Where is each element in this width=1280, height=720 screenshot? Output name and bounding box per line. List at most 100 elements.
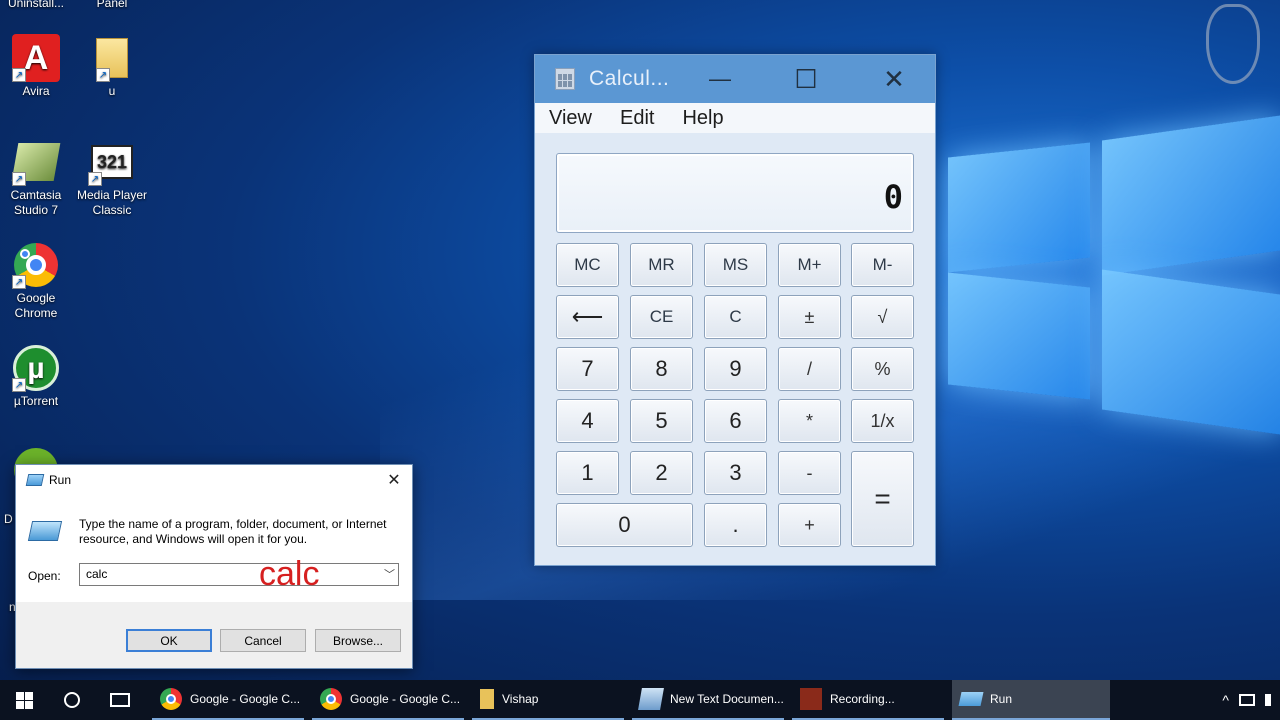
key-7[interactable]: 7 bbox=[556, 347, 619, 391]
key-c[interactable]: C bbox=[704, 295, 767, 339]
key-ms[interactable]: MS bbox=[704, 243, 767, 287]
key-equals[interactable]: = bbox=[851, 451, 914, 547]
display-value: 0 bbox=[883, 178, 903, 216]
task-view-button[interactable] bbox=[96, 680, 144, 720]
key-5[interactable]: 5 bbox=[630, 399, 693, 443]
key-plus[interactable]: + bbox=[778, 503, 841, 547]
run-button-bar: OK Cancel Browse... bbox=[16, 602, 412, 668]
menu-help[interactable]: Help bbox=[682, 107, 723, 130]
desktop-icon-google-chrome[interactable]: ↗ Google Chrome bbox=[0, 241, 72, 321]
start-button[interactable] bbox=[0, 680, 48, 720]
desktop-icon-label: Google Chrome bbox=[14, 291, 58, 320]
shortcut-arrow-icon: ↗ bbox=[12, 275, 26, 289]
close-button[interactable]: ✕ bbox=[865, 55, 923, 103]
key-1[interactable]: 1 bbox=[556, 451, 619, 495]
avira-icon: A ↗ bbox=[12, 34, 60, 82]
desktop-icon-control-panel[interactable]: Panel bbox=[76, 0, 148, 11]
desktop-icon-utorrent[interactable]: µ ↗ µTorrent bbox=[0, 344, 72, 409]
chrome-icon: ↗ bbox=[12, 241, 60, 289]
windows-logo-pane bbox=[1102, 269, 1280, 435]
key-plus-minus[interactable]: ± bbox=[778, 295, 841, 339]
shortcut-arrow-icon: ↗ bbox=[12, 378, 26, 392]
key-8[interactable]: 8 bbox=[630, 347, 693, 391]
chrome-icon bbox=[160, 688, 182, 710]
desktop-icon-label: µTorrent bbox=[13, 394, 59, 408]
desktop-icon-label: Uninstall... bbox=[7, 0, 65, 10]
task-view-icon bbox=[110, 693, 130, 707]
taskbar-item-chrome-1[interactable]: Google - Google C... bbox=[152, 680, 304, 720]
windows-logo-pane bbox=[948, 272, 1090, 400]
calculator-app-icon bbox=[555, 68, 575, 90]
tray-chevron-icon[interactable]: ^ bbox=[1222, 692, 1229, 708]
taskbar-item-label: Vishap bbox=[502, 692, 539, 706]
key-divide[interactable]: / bbox=[778, 347, 841, 391]
browse-button[interactable]: Browse... bbox=[315, 629, 401, 652]
key-m-minus[interactable]: M- bbox=[851, 243, 914, 287]
annotation-text: calc bbox=[259, 555, 320, 593]
key-sqrt[interactable]: √ bbox=[851, 295, 914, 339]
run-icon bbox=[958, 692, 984, 706]
taskbar-item-notepad[interactable]: New Text Documen... bbox=[632, 680, 784, 720]
taskbar-item-chrome-2[interactable]: Google - Google C... bbox=[312, 680, 464, 720]
run-dialog: Run ✕ Type the name of a program, folder… bbox=[15, 464, 413, 669]
desktop-icon-label-partial: D bbox=[4, 512, 13, 526]
key-minus[interactable]: - bbox=[778, 451, 841, 495]
key-9[interactable]: 9 bbox=[704, 347, 767, 391]
taskbar-item-vishap[interactable]: Vishap bbox=[472, 680, 624, 720]
desktop-icon-camtasia[interactable]: ↗ Camtasia Studio 7 bbox=[0, 138, 72, 218]
chevron-down-icon[interactable]: ﹀ bbox=[384, 566, 395, 582]
volume-icon[interactable] bbox=[1265, 694, 1275, 706]
minimize-button[interactable]: — bbox=[691, 55, 749, 103]
run-title-bar[interactable]: Run ✕ bbox=[16, 465, 412, 495]
close-icon: ✕ bbox=[883, 63, 905, 94]
desktop-icon-avira[interactable]: A ↗ Avira bbox=[0, 34, 72, 99]
media-player-icon: 321 ↗ bbox=[88, 138, 136, 186]
camtasia-icon: ↗ bbox=[11, 138, 61, 186]
maximize-button[interactable]: ☐ bbox=[777, 55, 835, 103]
menu-edit[interactable]: Edit bbox=[620, 107, 654, 130]
calculator-title: Calcul... bbox=[589, 67, 670, 90]
key-0[interactable]: 0 bbox=[556, 503, 693, 547]
menu-view[interactable]: View bbox=[549, 107, 592, 130]
key-multiply[interactable]: * bbox=[778, 399, 841, 443]
key-mr[interactable]: MR bbox=[630, 243, 693, 287]
ok-button[interactable]: OK bbox=[126, 629, 212, 652]
key-2[interactable]: 2 bbox=[630, 451, 693, 495]
system-tray: ^ bbox=[1217, 680, 1280, 720]
chrome-icon bbox=[320, 688, 342, 710]
key-4[interactable]: 4 bbox=[556, 399, 619, 443]
taskbar-item-recording[interactable]: Recording... bbox=[792, 680, 944, 720]
network-icon[interactable] bbox=[1239, 694, 1255, 706]
taskbar-item-label: Google - Google C... bbox=[350, 692, 461, 706]
key-3[interactable]: 3 bbox=[704, 451, 767, 495]
taskbar-item-label: Recording... bbox=[830, 692, 895, 706]
desktop-icon-media-player-classic[interactable]: 321 ↗ Media Player Classic bbox=[76, 138, 148, 218]
taskbar-item-run[interactable]: Run bbox=[952, 680, 1110, 720]
search-circle-icon bbox=[64, 692, 80, 708]
desktop-icon-folder-u[interactable]: ↗ u bbox=[76, 34, 148, 99]
open-input[interactable]: calc bbox=[79, 563, 399, 586]
key-ce[interactable]: CE bbox=[630, 295, 693, 339]
key-6[interactable]: 6 bbox=[704, 399, 767, 443]
open-label: Open: bbox=[28, 569, 61, 583]
run-large-icon bbox=[27, 521, 63, 541]
utorrent-icon: µ ↗ bbox=[12, 344, 60, 392]
cancel-button[interactable]: Cancel bbox=[220, 629, 306, 652]
key-decimal[interactable]: . bbox=[704, 503, 767, 547]
run-icon bbox=[25, 474, 45, 486]
folder-icon: ↗ bbox=[88, 34, 136, 82]
key-mc[interactable]: MC bbox=[556, 243, 619, 287]
desktop-icon-label: Camtasia Studio 7 bbox=[10, 188, 62, 217]
key-percent[interactable]: % bbox=[851, 347, 914, 391]
key-m-plus[interactable]: M+ bbox=[778, 243, 841, 287]
key-backspace[interactable]: ⟵ bbox=[556, 295, 619, 339]
run-description: Type the name of a program, folder, docu… bbox=[79, 517, 387, 546]
desktop-icon-label: u bbox=[108, 84, 116, 98]
calculator-title-bar[interactable]: Calcul... — ☐ ✕ bbox=[535, 55, 935, 103]
folder-icon bbox=[480, 689, 494, 709]
cortana-button[interactable] bbox=[48, 680, 96, 720]
run-close-button[interactable]: ✕ bbox=[382, 468, 406, 492]
desktop-icon-label: Avira bbox=[22, 84, 50, 98]
key-reciprocal[interactable]: 1/x bbox=[851, 399, 914, 443]
desktop-icon-uninstall[interactable]: Uninstall... bbox=[0, 0, 72, 11]
